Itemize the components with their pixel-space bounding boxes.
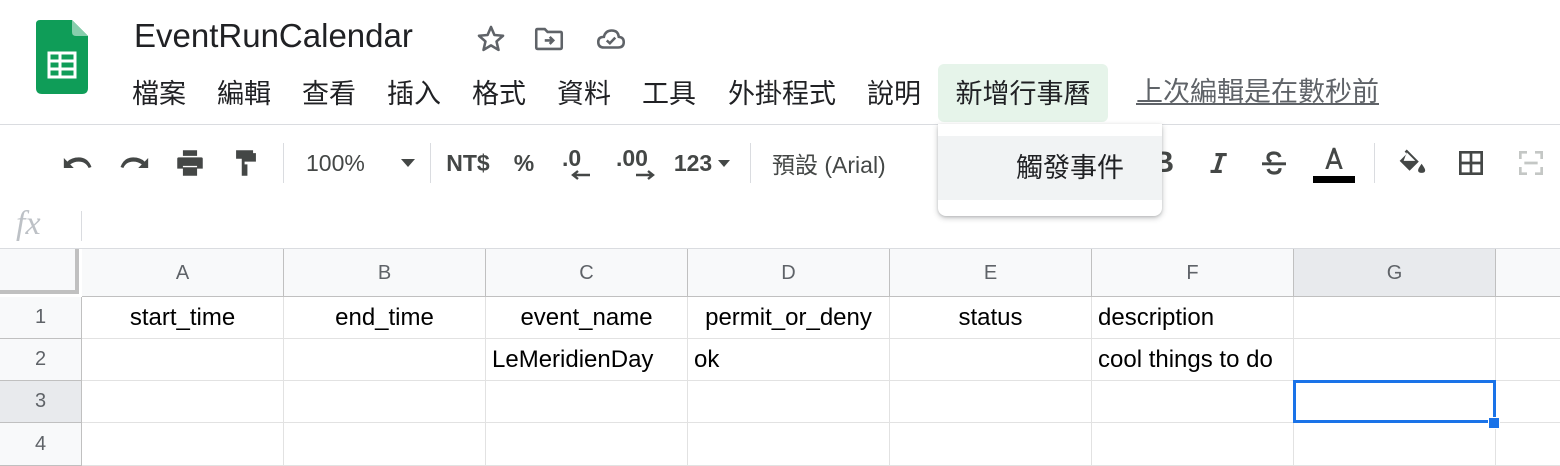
menu-view[interactable]: 查看 (292, 64, 366, 122)
cell-a3[interactable] (82, 381, 284, 423)
more-formats-label: 123 (673, 149, 713, 176)
borders-icon[interactable] (1450, 125, 1492, 201)
menu-tools[interactable]: 工具 (632, 64, 706, 122)
redo-icon[interactable] (114, 125, 154, 201)
row-header-2[interactable]: 2 (0, 339, 82, 381)
menu-help[interactable]: 說明 (857, 64, 931, 122)
column-header-e[interactable]: E (890, 249, 1092, 297)
cell-d2[interactable]: ok (688, 339, 890, 381)
cell-h4[interactable] (1496, 423, 1560, 466)
cell-d4[interactable] (688, 423, 890, 466)
cell-b1[interactable]: end_time (284, 297, 486, 339)
row-header-4[interactable]: 4 (0, 423, 82, 466)
row-header-1[interactable]: 1 (0, 297, 82, 339)
app-header: EventRunCalendar 檔案 編輯 查看 插入 格式 資料 工具 外掛… (0, 0, 1560, 124)
menu-item-trigger-event[interactable]: 觸發事件 (938, 136, 1162, 200)
zoom-select[interactable]: 100% (306, 125, 424, 201)
column-header-f[interactable]: F (1092, 249, 1294, 297)
cell-f3[interactable] (1092, 381, 1294, 423)
fill-handle[interactable] (1488, 417, 1500, 429)
cell-g2[interactable] (1294, 339, 1496, 381)
cell-g4[interactable] (1294, 423, 1496, 466)
cell-c2[interactable]: LeMeridienDay (486, 339, 688, 381)
cell-e3[interactable] (890, 381, 1092, 423)
chevron-down-icon (400, 159, 415, 167)
cell-c4[interactable] (486, 423, 688, 466)
column-header-b[interactable]: B (284, 249, 486, 297)
select-all-corner[interactable] (0, 249, 79, 294)
italic-icon[interactable] (1200, 125, 1236, 201)
cell-h1[interactable] (1496, 297, 1560, 339)
cell-b2[interactable] (284, 339, 486, 381)
fill-color-icon[interactable] (1390, 125, 1432, 201)
cloud-saved-icon[interactable] (594, 22, 628, 56)
cell-b4[interactable] (284, 423, 486, 466)
menu-data[interactable]: 資料 (547, 64, 621, 122)
percent-format-button[interactable]: % (508, 125, 540, 201)
fx-icon: fx (16, 205, 41, 242)
paint-format-icon[interactable] (226, 125, 266, 201)
menu-insert[interactable]: 插入 (377, 64, 451, 122)
cell-f1[interactable]: description (1092, 297, 1294, 339)
cell-a4[interactable] (82, 423, 284, 466)
menu-add-calendar[interactable]: 新增行事曆 (938, 64, 1108, 122)
column-header-c[interactable]: C (486, 249, 688, 297)
cell-f2[interactable]: cool things to do (1092, 339, 1294, 381)
cell-e4[interactable] (890, 423, 1092, 466)
more-formats-button[interactable]: 123 (670, 125, 736, 201)
star-icon[interactable] (474, 22, 508, 56)
zoom-value: 100% (306, 149, 365, 176)
formula-input[interactable] (92, 203, 1552, 247)
cell-a2[interactable] (82, 339, 284, 381)
increase-decimal-icon: .00 (612, 143, 662, 183)
toolbar: 100% NT$ % .0 .00 123 預設 (Arial) B (0, 124, 1560, 204)
cell-c3[interactable] (486, 381, 688, 423)
document-title[interactable]: EventRunCalendar (134, 14, 413, 58)
text-color-icon[interactable] (1310, 125, 1358, 201)
cell-g3[interactable] (1294, 381, 1496, 423)
column-header-d[interactable]: D (688, 249, 890, 297)
cell-d3[interactable] (688, 381, 890, 423)
merge-cells-icon[interactable] (1510, 125, 1552, 201)
last-edit-link[interactable]: 上次編輯是在數秒前 (1136, 70, 1379, 114)
move-to-folder-icon[interactable] (532, 22, 566, 56)
formula-bar: fx (0, 203, 1560, 249)
menu-addons[interactable]: 外掛程式 (718, 64, 846, 122)
cell-h2[interactable] (1496, 339, 1560, 381)
cell-g1[interactable] (1294, 297, 1496, 339)
row-header-3[interactable]: 3 (0, 381, 82, 423)
undo-icon[interactable] (58, 125, 98, 201)
decrease-decimal-icon: .0 (556, 143, 596, 183)
cell-e1[interactable]: status (890, 297, 1092, 339)
font-select[interactable]: 預設 (Arial) (772, 125, 918, 201)
currency-format-button[interactable]: NT$ (440, 125, 496, 201)
print-icon[interactable] (170, 125, 210, 201)
cell-e2[interactable] (890, 339, 1092, 381)
sheet-grid: A B C D E F G 1 2 3 4 start_time end_tim… (0, 249, 1560, 466)
sheets-logo-icon[interactable] (36, 20, 88, 94)
cell-f4[interactable] (1092, 423, 1294, 466)
cell-h3[interactable] (1496, 381, 1560, 423)
cell-d1[interactable]: permit_or_deny (688, 297, 890, 339)
column-header-a[interactable]: A (82, 249, 284, 297)
add-calendar-dropdown: 觸發事件 (938, 124, 1162, 216)
strikethrough-icon[interactable] (1256, 125, 1292, 201)
column-header-h[interactable] (1496, 249, 1560, 297)
menu-format[interactable]: 格式 (462, 64, 536, 122)
text-color-swatch (1313, 175, 1355, 183)
cell-a1[interactable]: start_time (82, 297, 284, 339)
cell-c1[interactable]: event_name (486, 297, 688, 339)
menu-file[interactable]: 檔案 (122, 64, 196, 122)
decrease-decimal-button[interactable]: .0 (556, 125, 596, 201)
chevron-down-icon (718, 160, 731, 167)
column-header-g[interactable]: G (1294, 249, 1496, 297)
increase-decimal-button[interactable]: .00 (612, 125, 662, 201)
cell-b3[interactable] (284, 381, 486, 423)
menu-edit[interactable]: 編輯 (207, 64, 281, 122)
